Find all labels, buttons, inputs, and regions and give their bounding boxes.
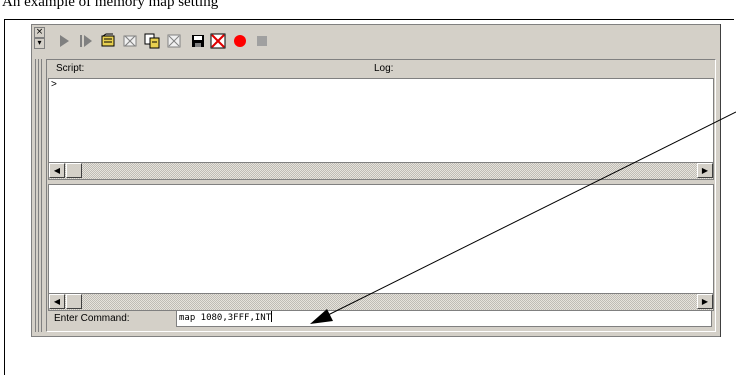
annotation-arrow bbox=[310, 111, 736, 324]
